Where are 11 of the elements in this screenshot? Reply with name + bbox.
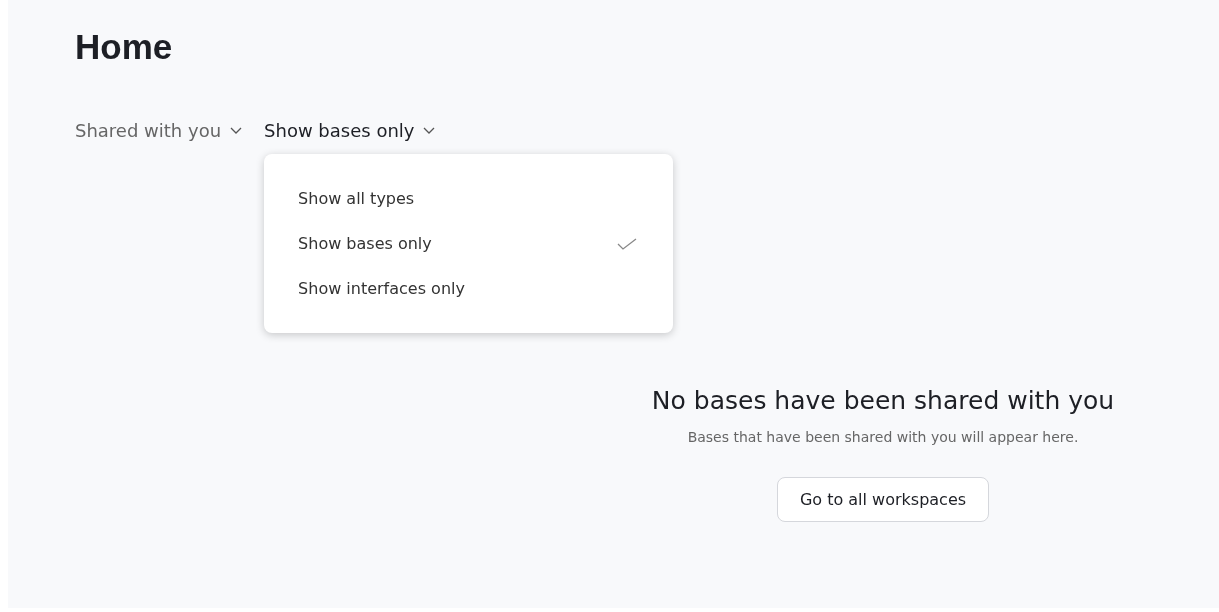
chevron-icon xyxy=(423,127,436,134)
menu-item[interactable]: Show interfaces only xyxy=(264,266,674,311)
empty-state-message: Bases that have been shared with you will appear here. xyxy=(687,429,1079,445)
empty-state-heading: No bases have been shared with you xyxy=(651,386,1115,415)
filter-dropdown[interactable]: Show bases only xyxy=(264,120,436,141)
menu-item[interactable]: Show all types xyxy=(264,176,674,221)
menu-item[interactable]: Show bases only xyxy=(264,221,674,266)
page-title: Home xyxy=(75,26,174,68)
filter-dropdown[interactable]: Shared with you xyxy=(75,120,243,141)
chevron-icon xyxy=(230,127,243,134)
workspaces-button[interactable]: Go to all workspaces xyxy=(776,477,990,522)
